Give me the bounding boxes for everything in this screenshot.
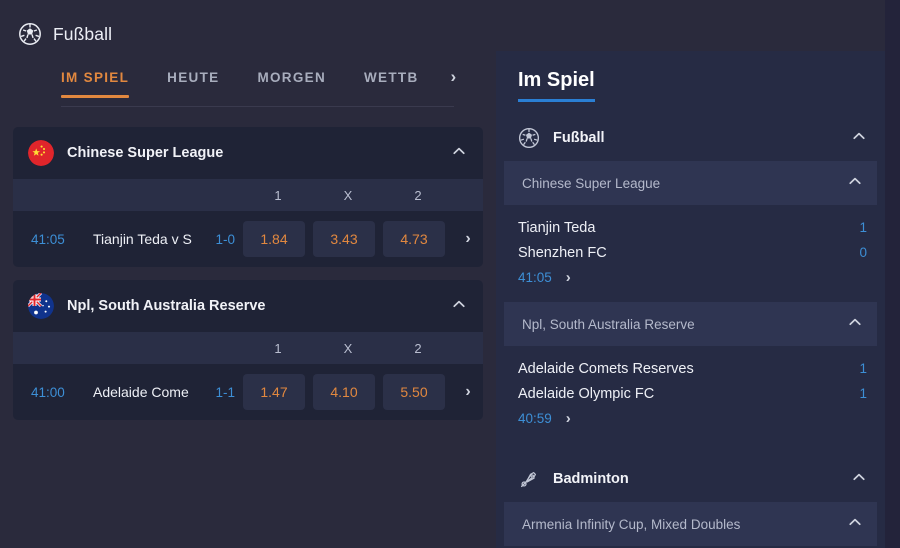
left-column: Fußball IM SPIEL HEUTE MORGEN WETTB › Ch… (0, 0, 496, 548)
live-event-next-chevron-icon[interactable]: › (566, 411, 571, 426)
league-card-header[interactable]: Chinese Super League (13, 127, 483, 179)
odds-header-x: X (343, 187, 353, 203)
odds-button-x[interactable]: 3.43 (313, 221, 375, 257)
league-name: Chinese Super League (67, 145, 224, 161)
live-event-next-chevron-icon[interactable]: › (566, 270, 571, 285)
tab-wettbewerbe[interactable]: WETTB (364, 66, 419, 85)
match-time: 41:00 (31, 384, 65, 400)
odds-header-x: X (343, 340, 353, 356)
live-sport-header-fussball[interactable]: Fußball (496, 115, 885, 161)
live-event-footer: 41:05 › (518, 265, 867, 290)
soccer-ball-icon (18, 22, 42, 46)
live-event-footer: 40:59 › (518, 406, 867, 431)
match-teams: Adelaide Come (93, 384, 189, 400)
league-card: Npl, South Australia Reserve 1 X 2 41:00… (13, 280, 483, 420)
live-panel-title-wrap: Im Spiel (496, 51, 885, 102)
live-event-home-team: Tianjin Teda (518, 219, 596, 236)
chevron-up-icon[interactable] (847, 514, 863, 535)
live-event-away-line: Adelaide Olympic FC 1 (518, 381, 867, 406)
tab-morgen[interactable]: MORGEN (257, 66, 326, 85)
chevron-up-icon[interactable] (847, 314, 863, 335)
odds-column-header: 1 X 2 (13, 179, 483, 211)
match-next-chevron-icon[interactable]: › (453, 230, 483, 248)
live-panel-title: Im Spiel (518, 69, 595, 102)
live-event[interactable]: Adelaide Comets Reserves 1 Adelaide Olym… (496, 346, 885, 443)
chevron-up-icon[interactable] (851, 128, 867, 149)
page-title: Fußball (53, 23, 113, 44)
sport-header: Fußball (0, 0, 496, 50)
app-root: Fußball IM SPIEL HEUTE MORGEN WETTB › Ch… (0, 0, 900, 548)
league-card-header[interactable]: Npl, South Australia Reserve (13, 280, 483, 332)
odds-button-2[interactable]: 4.73 (383, 221, 445, 257)
match-score: 1-1 (215, 384, 235, 400)
live-sport-name: Fußball (553, 130, 605, 146)
live-league-name: Armenia Infinity Cup, Mixed Doubles (522, 516, 741, 532)
live-league-header[interactable]: Chinese Super League (504, 161, 877, 205)
match-row[interactable]: 41:00 Adelaide Come 1-1 1.47 4.10 5.50 › (13, 364, 483, 420)
live-league-name: Chinese Super League (522, 175, 661, 191)
odds-button-1[interactable]: 1.84 (243, 221, 305, 257)
tab-heute[interactable]: HEUTE (167, 66, 219, 85)
live-event-home-score: 1 (859, 361, 867, 376)
match-teams: Tianjin Teda v S (93, 231, 192, 247)
chevron-up-icon[interactable] (851, 469, 867, 490)
live-panel: Im Spiel Fußball Chinese Super League Ti… (496, 51, 885, 548)
odds-header-2: 2 (414, 340, 422, 356)
live-event-away-team: Shenzhen FC (518, 244, 607, 261)
live-event-time: 41:05 (518, 270, 552, 285)
live-league-header[interactable]: Npl, South Australia Reserve (504, 302, 877, 346)
live-event-home-team: Adelaide Comets Reserves (518, 360, 694, 377)
shuttlecock-icon (518, 468, 540, 490)
tab-im-spiel[interactable]: IM SPIEL (61, 66, 130, 98)
odds-button-1[interactable]: 1.47 (243, 374, 305, 410)
odds-header-1: 1 (274, 340, 282, 356)
match-next-chevron-icon[interactable]: › (453, 383, 483, 401)
live-sport-header-badminton[interactable]: Badminton (496, 456, 885, 502)
live-event-time: 40:59 (518, 411, 552, 426)
soccer-ball-icon (518, 127, 540, 149)
match-time: 41:05 (31, 231, 65, 247)
match-row[interactable]: 41:05 Tianjin Teda v S 1-0 1.84 3.43 4.7… (13, 211, 483, 267)
odds-header-2: 2 (414, 187, 422, 203)
live-event-home-line: Adelaide Comets Reserves 1 (518, 356, 867, 381)
chevron-up-icon[interactable] (847, 173, 863, 194)
live-event-home-score: 1 (859, 220, 867, 235)
league-card: Chinese Super League 1 X 2 41:05 Tianjin… (13, 127, 483, 267)
odds-header-1: 1 (274, 187, 282, 203)
live-event-away-team: Adelaide Olympic FC (518, 385, 655, 402)
live-sport-name: Badminton (553, 471, 629, 487)
live-event[interactable]: Tianjin Teda 1 Shenzhen FC 0 41:05 › (496, 205, 885, 302)
right-edge-strip (885, 0, 900, 548)
chevron-up-icon[interactable] (451, 296, 467, 317)
live-event-away-score: 1 (859, 386, 867, 401)
live-league-name: Npl, South Australia Reserve (522, 316, 695, 332)
tabs-next-chevron-icon[interactable]: › (451, 66, 457, 85)
china-flag-icon (28, 140, 54, 166)
odds-button-2[interactable]: 5.50 (383, 374, 445, 410)
live-event-away-score: 0 (859, 245, 867, 260)
match-score: 1-0 (215, 231, 235, 247)
live-event-away-line: Shenzhen FC 0 (518, 240, 867, 265)
tab-bar: IM SPIEL HEUTE MORGEN WETTB › (0, 66, 496, 114)
odds-button-x[interactable]: 4.10 (313, 374, 375, 410)
live-league-header[interactable]: Armenia Infinity Cup, Mixed Doubles (504, 502, 877, 546)
chevron-up-icon[interactable] (451, 143, 467, 164)
live-event-home-line: Tianjin Teda 1 (518, 215, 867, 240)
australia-flag-icon (28, 293, 54, 319)
league-name: Npl, South Australia Reserve (67, 298, 266, 314)
odds-column-header: 1 X 2 (13, 332, 483, 364)
